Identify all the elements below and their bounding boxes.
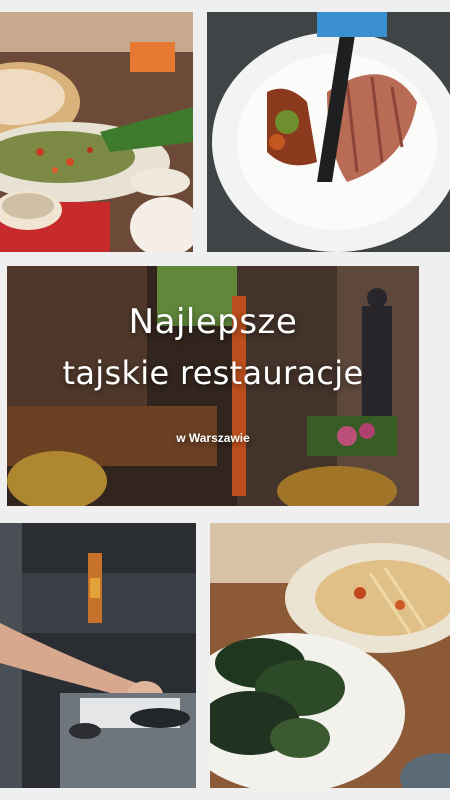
hero-title-line1: Najlepsze xyxy=(128,302,298,342)
hero-subtitle: w Warszawie xyxy=(176,431,250,445)
street-restaurant-photo: Najlepsze tajskie restauracje w Warszawi… xyxy=(7,266,419,506)
thai-dishes-table-photo xyxy=(0,12,193,252)
hero-title-line2: tajskie restauracje xyxy=(62,354,364,392)
sliced-duck-plate-photo xyxy=(207,12,450,252)
mussels-salad-photo xyxy=(210,523,450,788)
chef-cooking-photo xyxy=(0,523,196,788)
